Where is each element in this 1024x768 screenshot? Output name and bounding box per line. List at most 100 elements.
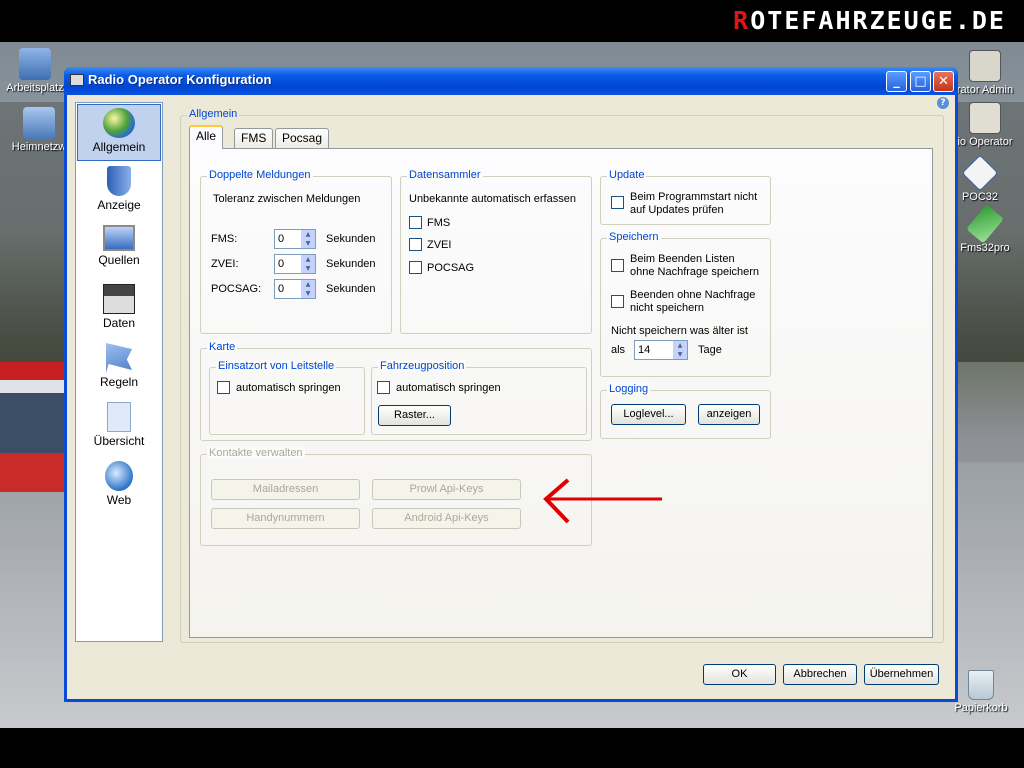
- tab-pocsag[interactable]: Pocsag: [275, 128, 330, 148]
- save-lists-line1: Beim Beenden Listen: [630, 253, 735, 265]
- spin-up-icon: ▲: [305, 281, 311, 288]
- tab-fms[interactable]: FMS: [234, 128, 274, 148]
- monitor-icon: [103, 225, 135, 251]
- sidebar-item-daten[interactable]: Daten: [77, 281, 161, 338]
- handynummern-button[interactable]: Handynummern: [211, 508, 360, 529]
- pocsag-label: POCSAG:: [211, 283, 262, 295]
- desktop-icon-admin[interactable]: rator Admin: [948, 50, 1022, 96]
- red-arrow-annotation: [543, 478, 662, 524]
- radio-icon: [969, 102, 1001, 134]
- save-lists-line2: ohne Nachfrage speichern: [630, 266, 760, 278]
- brand-logo: ROTEFAHRZEUGE.DE: [733, 6, 1006, 35]
- doppelte-meldungen-group: Doppelte Meldungen Toleranz zwischen Mel…: [200, 169, 392, 334]
- close-button[interactable]: ✕: [933, 71, 954, 92]
- update-group: Update Beim Programmstart nicht auf Upda…: [600, 169, 771, 225]
- collect-fms-checkbox[interactable]: [409, 216, 422, 229]
- config-window: Radio Operator Konfiguration _ □ ✕ ? All…: [64, 67, 958, 702]
- flag-icon: [106, 343, 132, 373]
- datensammler-group: Datensammler Unbekannte automatisch erfa…: [400, 169, 592, 334]
- sidebar-item-quellen[interactable]: Quellen: [77, 222, 161, 279]
- karte-group: Karte Einsatzort von Leitstelle automati…: [200, 341, 592, 441]
- no-save-line1: Beenden ohne Nachfrage: [630, 289, 756, 301]
- spin-up-icon: ▲: [677, 342, 683, 349]
- spin-down-icon: ▼: [305, 240, 311, 247]
- window-app-icon: [70, 74, 84, 86]
- collect-fms-label: FMS: [427, 217, 451, 229]
- prowl-api-keys-button[interactable]: Prowl Api-Keys: [372, 479, 521, 500]
- no-save-line2: nicht speichern: [630, 302, 704, 314]
- fahrzeug-auto-label: automatisch springen: [396, 382, 501, 394]
- ok-button[interactable]: OK: [703, 664, 776, 685]
- fms-tolerance-spinner[interactable]: 0 ▲ ▼: [274, 229, 316, 249]
- einsatzort-group: Einsatzort von Leitstelle automatisch sp…: [209, 360, 365, 435]
- mailadressen-button[interactable]: Mailadressen: [211, 479, 360, 500]
- top-black-bar: ROTEFAHRZEUGE.DE: [0, 0, 1024, 42]
- sidebar-item-anzeige[interactable]: Anzeige: [77, 163, 161, 220]
- sidebar-item-web[interactable]: Web: [77, 458, 161, 515]
- speichern-group: Speichern Beim Beenden Listen ohne Nachf…: [600, 231, 771, 377]
- save-lists-checkbox[interactable]: [611, 259, 624, 272]
- toleranz-label: Toleranz zwischen Meldungen: [213, 193, 361, 205]
- fms32-icon: [966, 204, 1004, 244]
- desktop-icon-fms32pro[interactable]: Fms32pro: [948, 204, 1022, 254]
- collect-pocsag-checkbox[interactable]: [409, 261, 422, 274]
- datensammler-description: Unbekannte automatisch erfassen: [409, 193, 576, 205]
- recycle-bin-icon: [968, 670, 994, 700]
- category-sidebar: Allgemein Anzeige Quellen Daten Regeln Ü…: [75, 102, 163, 642]
- kontakte-group: Kontakte verwalten Mailadressen Prowl Ap…: [200, 447, 592, 546]
- minimize-button[interactable]: _: [886, 71, 907, 92]
- logging-group: Logging Loglevel... anzeigen: [600, 383, 771, 439]
- collect-zvei-label: ZVEI: [427, 239, 452, 251]
- update-check-line1: Beim Programmstart nicht: [630, 191, 758, 203]
- window-titlebar[interactable]: Radio Operator Konfiguration _ □ ✕: [64, 67, 958, 95]
- spin-up-icon: ▲: [305, 231, 311, 238]
- collect-pocsag-label: POCSAG: [427, 262, 475, 274]
- raster-button[interactable]: Raster...: [378, 405, 451, 426]
- uebernehmen-button[interactable]: Übernehmen: [864, 664, 939, 685]
- shield-icon: [107, 166, 131, 196]
- tab-alle[interactable]: Alle: [189, 125, 224, 149]
- android-api-keys-button[interactable]: Android Api-Keys: [372, 508, 521, 529]
- keep-age-label: Nicht speichern was älter ist: [611, 325, 748, 337]
- no-save-checkbox[interactable]: [611, 295, 624, 308]
- desktop-icon-radio-operator[interactable]: io Operator: [948, 102, 1022, 148]
- fahrzeugposition-group: Fahrzeugposition automatisch springen Ra…: [371, 360, 587, 435]
- network-icon: [23, 107, 55, 139]
- tab-panel-alle: Doppelte Meldungen Toleranz zwischen Mel…: [189, 148, 933, 638]
- sidebar-item-allgemein[interactable]: Allgemein: [77, 104, 161, 161]
- loglevel-button[interactable]: Loglevel...: [611, 404, 686, 425]
- spin-down-icon: ▼: [305, 290, 311, 297]
- einsatzort-auto-checkbox[interactable]: [217, 381, 230, 394]
- web-icon: [105, 461, 133, 491]
- sidebar-item-uebersicht[interactable]: Übersicht: [77, 399, 161, 456]
- zvei-unit: Sekunden: [326, 258, 376, 270]
- update-check-checkbox[interactable]: [611, 196, 624, 209]
- update-check-line2: auf Updates prüfen: [630, 204, 724, 216]
- pocsag-tolerance-spinner[interactable]: 0 ▲ ▼: [274, 279, 316, 299]
- spin-down-icon: ▼: [677, 351, 683, 358]
- einsatzort-auto-label: automatisch springen: [236, 382, 341, 394]
- fms-unit: Sekunden: [326, 233, 376, 245]
- wallpaper-truck: [0, 362, 64, 492]
- app-icon: [969, 50, 1001, 82]
- poc32-icon: [961, 154, 999, 192]
- tage-label: Tage: [698, 344, 722, 356]
- zvei-label: ZVEI:: [211, 258, 239, 270]
- taskbar-area: [0, 728, 1024, 768]
- abbrechen-button[interactable]: Abbrechen: [783, 664, 857, 685]
- globe-icon: [103, 108, 135, 138]
- fahrzeug-auto-checkbox[interactable]: [377, 381, 390, 394]
- document-icon: [107, 402, 131, 432]
- keep-days-spinner[interactable]: 14 ▲ ▼: [634, 340, 688, 360]
- spin-down-icon: ▼: [305, 265, 311, 272]
- als-label: als: [611, 344, 626, 356]
- collect-zvei-checkbox[interactable]: [409, 238, 422, 251]
- help-icon[interactable]: ?: [937, 97, 949, 109]
- sidebar-item-regeln[interactable]: Regeln: [77, 340, 161, 397]
- desktop-icon-arbeitsplatz[interactable]: Arbeitsplatz: [0, 48, 72, 94]
- anzeigen-button[interactable]: anzeigen: [698, 404, 760, 425]
- computer-icon: [19, 48, 51, 80]
- pocsag-unit: Sekunden: [326, 283, 376, 295]
- maximize-button[interactable]: □: [910, 71, 931, 92]
- zvei-tolerance-spinner[interactable]: 0 ▲ ▼: [274, 254, 316, 274]
